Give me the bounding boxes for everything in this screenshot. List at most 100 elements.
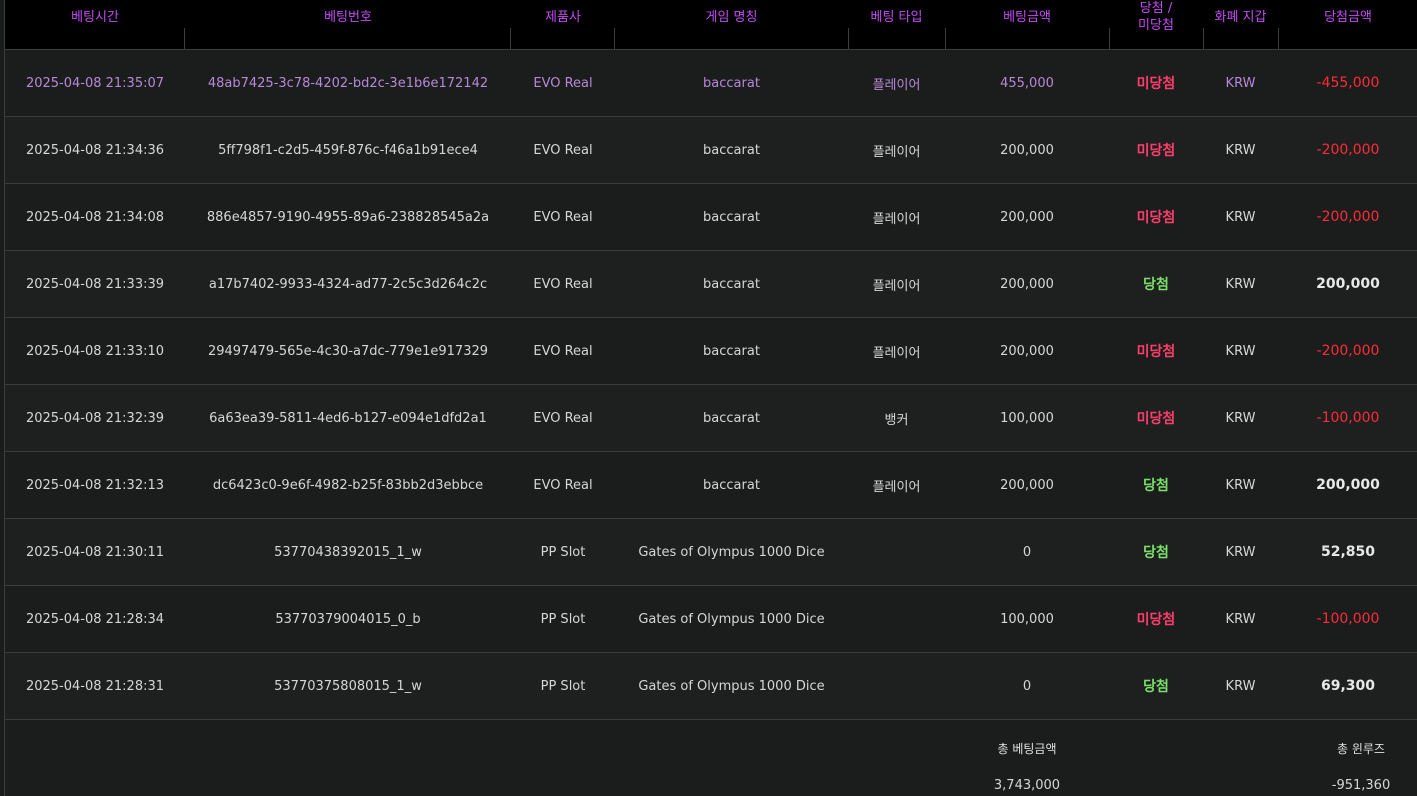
table-row[interactable]: 2025-04-08 21:35:07 48ab7425-3c78-4202-bd… <box>5 50 1417 117</box>
table-summary: 총 베팅금액 3,743,000 총 윈루즈 -951,360 <box>5 720 1417 796</box>
cell-bet-type: 플레이어 <box>872 345 921 361</box>
table-row[interactable]: 2025-04-08 21:34:08 886e4857-9190-4955-89… <box>5 184 1417 251</box>
cell-win-amount: -100,000 <box>1316 410 1380 426</box>
cell-wallet: KRW <box>1225 544 1256 560</box>
cell-result: 미당첨 <box>1136 76 1176 92</box>
header-game-name[interactable]: 게임 명칭 <box>615 0 848 49</box>
cell-game-name: Gates of Olympus 1000 Dice <box>638 678 825 694</box>
cell-bet-type: 플레이어 <box>872 278 921 294</box>
header-bet-type[interactable]: 베팅 타입 <box>848 0 945 49</box>
cell-bet-time: 2025-04-08 21:32:13 <box>25 477 165 493</box>
cell-bet-time: 2025-04-08 21:34:36 <box>25 142 165 158</box>
cell-wallet: KRW <box>1225 142 1256 158</box>
cell-win-amount: 200,000 <box>1316 477 1380 493</box>
cell-game-name: Gates of Olympus 1000 Dice <box>638 544 825 560</box>
header-bet-time[interactable]: 베팅시간 <box>5 0 185 49</box>
cell-win-amount: 52,850 <box>1320 544 1376 560</box>
header-result[interactable]: 당첨 / 미당첨 <box>1109 0 1203 49</box>
header-wallet[interactable]: 화폐 지갑 <box>1203 0 1278 49</box>
header-result-line2: 미당첨 <box>1138 18 1174 33</box>
cell-game-name: baccarat <box>703 75 760 91</box>
cell-bet-amount: 0 <box>1022 544 1032 560</box>
cell-result: 당첨 <box>1143 277 1169 293</box>
cell-wallet: KRW <box>1225 410 1256 426</box>
cell-result: 당첨 <box>1143 679 1169 695</box>
header-win-amount[interactable]: 당첨금액 <box>1278 0 1417 49</box>
cell-bet-amount: 100,000 <box>1000 611 1054 627</box>
cell-bet-id: 886e4857-9190-4955-89a6-238828545a2a <box>206 209 490 225</box>
cell-game-name: baccarat <box>703 276 760 292</box>
cell-win-amount: -200,000 <box>1316 343 1380 359</box>
cell-result: 미당첨 <box>1136 344 1176 360</box>
cell-bet-amount: 455,000 <box>1000 75 1054 91</box>
table-row[interactable]: 2025-04-08 21:28:34 53770379004015_0_b PP … <box>5 586 1417 653</box>
total-bet-label: 총 베팅금액 <box>997 742 1057 756</box>
total-winloss-value: -951,360 <box>1331 778 1391 793</box>
cell-bet-id: 48ab7425-3c78-4202-bd2c-3e1b6e172142 <box>207 75 489 91</box>
cell-result: 당첨 <box>1143 545 1169 561</box>
table-row[interactable]: 2025-04-08 21:30:11 53770438392015_1_w PP … <box>5 519 1417 586</box>
cell-game-name: baccarat <box>703 142 760 158</box>
cell-bet-amount: 200,000 <box>1000 209 1054 225</box>
cell-bet-id: 53770379004015_0_b <box>275 611 421 627</box>
table-row[interactable]: 2025-04-08 21:32:13 dc6423c0-9e6f-4982-b2… <box>5 452 1417 519</box>
header-divider <box>1203 28 1204 49</box>
cell-result: 당첨 <box>1143 478 1169 494</box>
header-divider <box>945 28 946 49</box>
cell-bet-type <box>848 653 945 719</box>
table-row[interactable]: 2025-04-08 21:32:39 6a63ea39-5811-4ed6-b1… <box>5 385 1417 452</box>
header-divider <box>614 28 615 49</box>
cell-bet-time: 2025-04-08 21:28:34 <box>25 611 165 627</box>
table-row[interactable]: 2025-04-08 21:33:39 a17b7402-9933-4324-ad… <box>5 251 1417 318</box>
cell-provider: PP Slot <box>540 611 586 627</box>
cell-win-amount: 200,000 <box>1316 276 1380 292</box>
header-bet-amount[interactable]: 베팅금액 <box>945 0 1109 49</box>
total-winloss-label: 총 윈루즈 <box>1337 742 1385 756</box>
cell-win-amount: -200,000 <box>1316 142 1380 158</box>
table-row[interactable]: 2025-04-08 21:34:36 5ff798f1-c2d5-459f-87… <box>5 117 1417 184</box>
cell-bet-type: 플레이어 <box>872 77 921 93</box>
cell-win-amount: 69,300 <box>1320 678 1376 694</box>
cell-provider: PP Slot <box>540 544 586 560</box>
cell-wallet: KRW <box>1225 611 1256 627</box>
total-bet-value: 3,743,000 <box>993 778 1061 793</box>
table-row[interactable]: 2025-04-08 21:33:10 29497479-565e-4c30-a7… <box>5 318 1417 385</box>
bet-history-table: 베팅시간 베팅번호 제품사 게임 명칭 베팅 타입 베팅금액 당첨 / 미당첨 … <box>4 0 1417 796</box>
cell-bet-amount: 200,000 <box>1000 477 1054 493</box>
header-provider[interactable]: 제품사 <box>511 0 615 49</box>
header-divider <box>1278 28 1279 49</box>
cell-provider: EVO Real <box>533 142 593 158</box>
cell-game-name: baccarat <box>703 209 760 225</box>
cell-provider: PP Slot <box>540 678 586 694</box>
cell-wallet: KRW <box>1225 477 1256 493</box>
cell-provider: EVO Real <box>533 209 593 225</box>
cell-bet-type: 플레이어 <box>872 144 921 160</box>
cell-result: 미당첨 <box>1136 210 1176 226</box>
cell-game-name: baccarat <box>703 410 760 426</box>
cell-provider: EVO Real <box>533 477 593 493</box>
cell-bet-type: 뱅커 <box>884 412 909 428</box>
cell-bet-time: 2025-04-08 21:34:08 <box>25 209 165 225</box>
cell-win-amount: -100,000 <box>1316 611 1380 627</box>
cell-provider: EVO Real <box>533 410 593 426</box>
cell-bet-amount: 200,000 <box>1000 343 1054 359</box>
cell-bet-amount: 0 <box>1022 678 1032 694</box>
cell-bet-id: 5ff798f1-c2d5-459f-876c-f46a1b91ece4 <box>218 142 478 158</box>
cell-wallet: KRW <box>1225 276 1256 292</box>
cell-game-name: baccarat <box>703 343 760 359</box>
cell-bet-type <box>848 519 945 585</box>
cell-bet-id: 53770375808015_1_w <box>274 678 422 694</box>
cell-wallet: KRW <box>1225 75 1256 91</box>
cell-win-amount: -200,000 <box>1316 209 1380 225</box>
table-header: 베팅시간 베팅번호 제품사 게임 명칭 베팅 타입 베팅금액 당첨 / 미당첨 … <box>5 0 1417 50</box>
cell-game-name: baccarat <box>703 477 760 493</box>
cell-bet-time: 2025-04-08 21:32:39 <box>25 410 165 426</box>
table-row[interactable]: 2025-04-08 21:28:31 53770375808015_1_w PP … <box>5 653 1417 720</box>
header-result-line1: 당첨 / <box>1139 1 1173 16</box>
cell-bet-time: 2025-04-08 21:33:10 <box>25 343 165 359</box>
cell-game-name: Gates of Olympus 1000 Dice <box>638 611 825 627</box>
cell-bet-amount: 200,000 <box>1000 142 1054 158</box>
header-bet-id[interactable]: 베팅번호 <box>185 0 511 49</box>
cell-bet-time: 2025-04-08 21:33:39 <box>25 276 165 292</box>
cell-result: 미당첨 <box>1136 143 1176 159</box>
